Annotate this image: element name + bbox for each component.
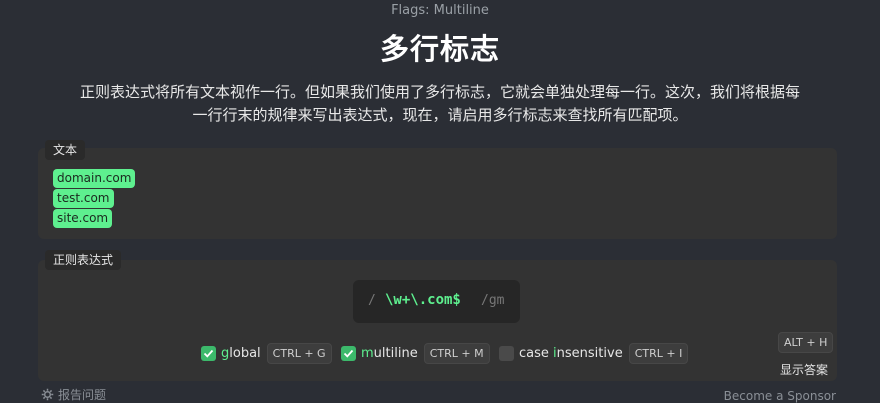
page-title: 多行标志 — [379, 32, 500, 66]
multiline-checkbox[interactable] — [341, 345, 356, 361]
case-insensitive-shortcut: CTRL + I — [628, 342, 689, 364]
global-label: global — [221, 345, 261, 361]
regex-input[interactable] — [385, 292, 471, 308]
regex-flags-suffix: /gm — [481, 293, 505, 308]
text-panel-label: 文本 — [45, 140, 86, 160]
flag-case-insensitive[interactable]: case insensitive CTRL + I — [499, 342, 689, 364]
case-insensitive-checkbox[interactable] — [499, 345, 514, 361]
description-line-2: 一行行末的规律来写出表达式，现在，请启用多行标志来查找所有匹配项。 — [192, 106, 688, 124]
show-answer-button[interactable]: 显示答案 — [780, 361, 828, 378]
case-insensitive-label: case insensitive — [519, 345, 623, 361]
report-issue-label: 报告问题 — [58, 388, 107, 402]
multiline-label: multiline — [361, 345, 418, 361]
regex-panel-label: 正则表达式 — [45, 250, 122, 270]
text-panel — [38, 148, 837, 239]
show-answer-shortcut[interactable]: ALT + H — [778, 332, 834, 353]
match-highlight: domain.com — [53, 169, 136, 188]
gear-icon — [41, 388, 54, 401]
check-icon — [343, 349, 354, 358]
regex-open-slash: / — [368, 293, 376, 308]
description-line-1: 正则表达式将所有文本视作一行。但如果我们使用了多行标志，它就会单独处理每一行。这… — [79, 83, 800, 101]
match-highlight: test.com — [53, 189, 114, 208]
text-lines: domain.com test.com site.com — [53, 167, 136, 228]
multiline-shortcut: CTRL + M — [423, 342, 490, 364]
global-shortcut: CTRL + G — [266, 342, 332, 364]
flag-multiline[interactable]: multiline CTRL + M — [341, 342, 490, 364]
flag-global[interactable]: global CTRL + G — [201, 342, 332, 364]
sponsor-link[interactable]: Become a Sponsor — [724, 389, 836, 403]
match-highlight: site.com — [53, 209, 113, 228]
page-label: Flags: Multiline — [391, 3, 489, 18]
report-issue-link[interactable]: 报告问题 — [41, 386, 106, 403]
global-checkbox[interactable] — [201, 345, 216, 361]
regex-editor: / /gm — [353, 280, 520, 323]
description: 正则表达式将所有文本视作一行。但如果我们使用了多行标志，它就会单独处理每一行。这… — [40, 81, 840, 127]
check-icon — [203, 349, 214, 358]
